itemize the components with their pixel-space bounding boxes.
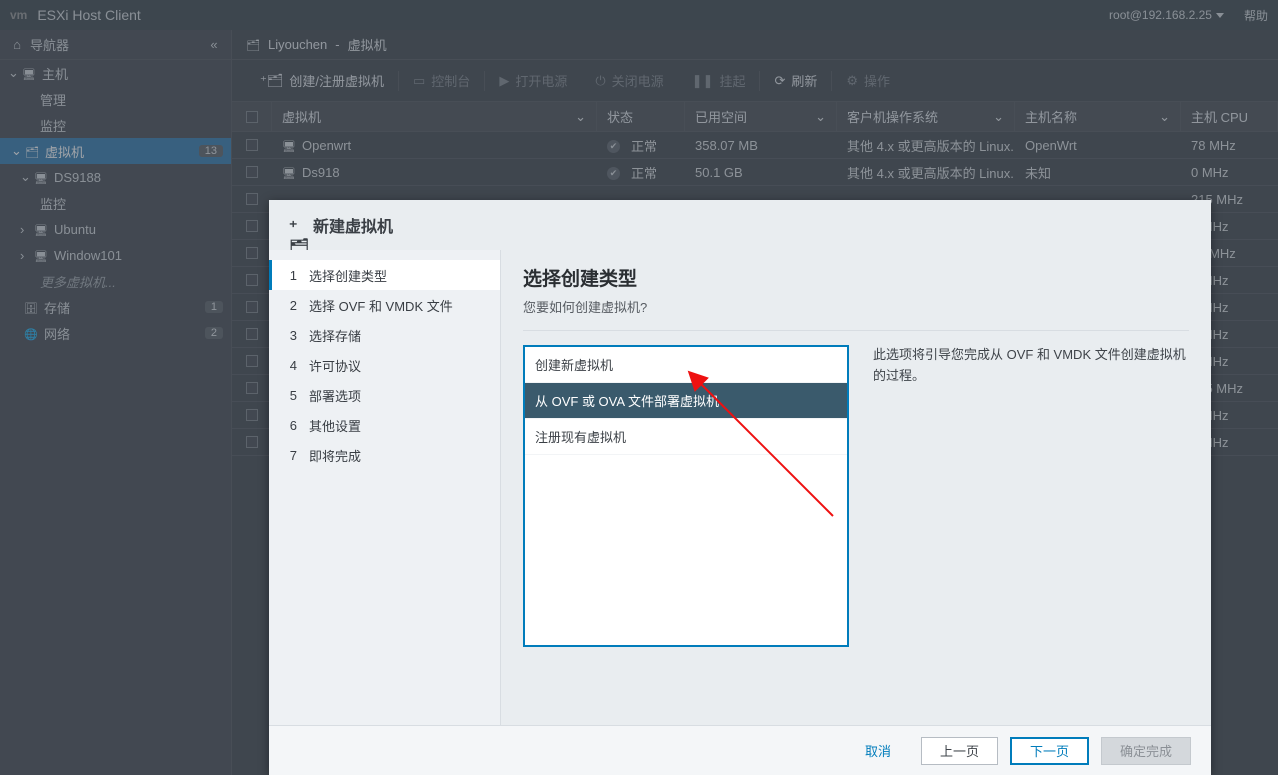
option-description: 此选项将引导您完成从 OVF 和 VMDK 文件创建虚拟机的过程。 <box>873 345 1189 647</box>
modal-subheading: 您要如何创建虚拟机? <box>523 297 1189 316</box>
step-label: 部署选项 <box>309 386 361 405</box>
option-register-existing[interactable]: 注册现有虚拟机 <box>525 419 847 455</box>
prev-button[interactable]: 上一页 <box>921 737 998 765</box>
modal-title-label: 新建虚拟机 <box>313 213 393 237</box>
next-button[interactable]: 下一页 <box>1010 737 1089 765</box>
option-create-new[interactable]: 创建新虚拟机 <box>525 347 847 383</box>
step-label: 许可协议 <box>309 356 361 375</box>
wizard-steps: 1选择创建类型 2选择 OVF 和 VMDK 文件 3选择存储 4许可协议 5部… <box>269 250 501 725</box>
finish-button[interactable]: 确定完成 <box>1101 737 1191 765</box>
wizard-step-2[interactable]: 2选择 OVF 和 VMDK 文件 <box>269 290 500 320</box>
option-deploy-ovf[interactable]: 从 OVF 或 OVA 文件部署虚拟机 <box>525 383 847 419</box>
new-vm-icon: ⁺🗂 <box>289 217 305 233</box>
modal-heading: 选择创建类型 <box>523 264 1189 291</box>
step-label: 即将完成 <box>309 446 361 465</box>
wizard-step-7[interactable]: 7即将完成 <box>269 440 500 470</box>
step-label: 其他设置 <box>309 416 361 435</box>
wizard-step-6[interactable]: 6其他设置 <box>269 410 500 440</box>
cancel-button[interactable]: 取消 <box>847 737 909 765</box>
new-vm-modal: ⁺🗂 新建虚拟机 1选择创建类型 2选择 OVF 和 VMDK 文件 3选择存储… <box>269 200 1211 775</box>
step-label: 选择 OVF 和 VMDK 文件 <box>309 296 453 315</box>
wizard-step-1[interactable]: 1选择创建类型 <box>269 260 500 290</box>
modal-title: ⁺🗂 新建虚拟机 <box>269 200 1211 250</box>
step-label: 选择创建类型 <box>309 266 387 285</box>
create-type-list: 创建新虚拟机 从 OVF 或 OVA 文件部署虚拟机 注册现有虚拟机 <box>523 345 849 647</box>
wizard-step-4[interactable]: 4许可协议 <box>269 350 500 380</box>
wizard-step-3[interactable]: 3选择存储 <box>269 320 500 350</box>
modal-footer: 取消 上一页 下一页 确定完成 <box>269 725 1211 775</box>
wizard-step-5[interactable]: 5部署选项 <box>269 380 500 410</box>
step-label: 选择存储 <box>309 326 361 345</box>
